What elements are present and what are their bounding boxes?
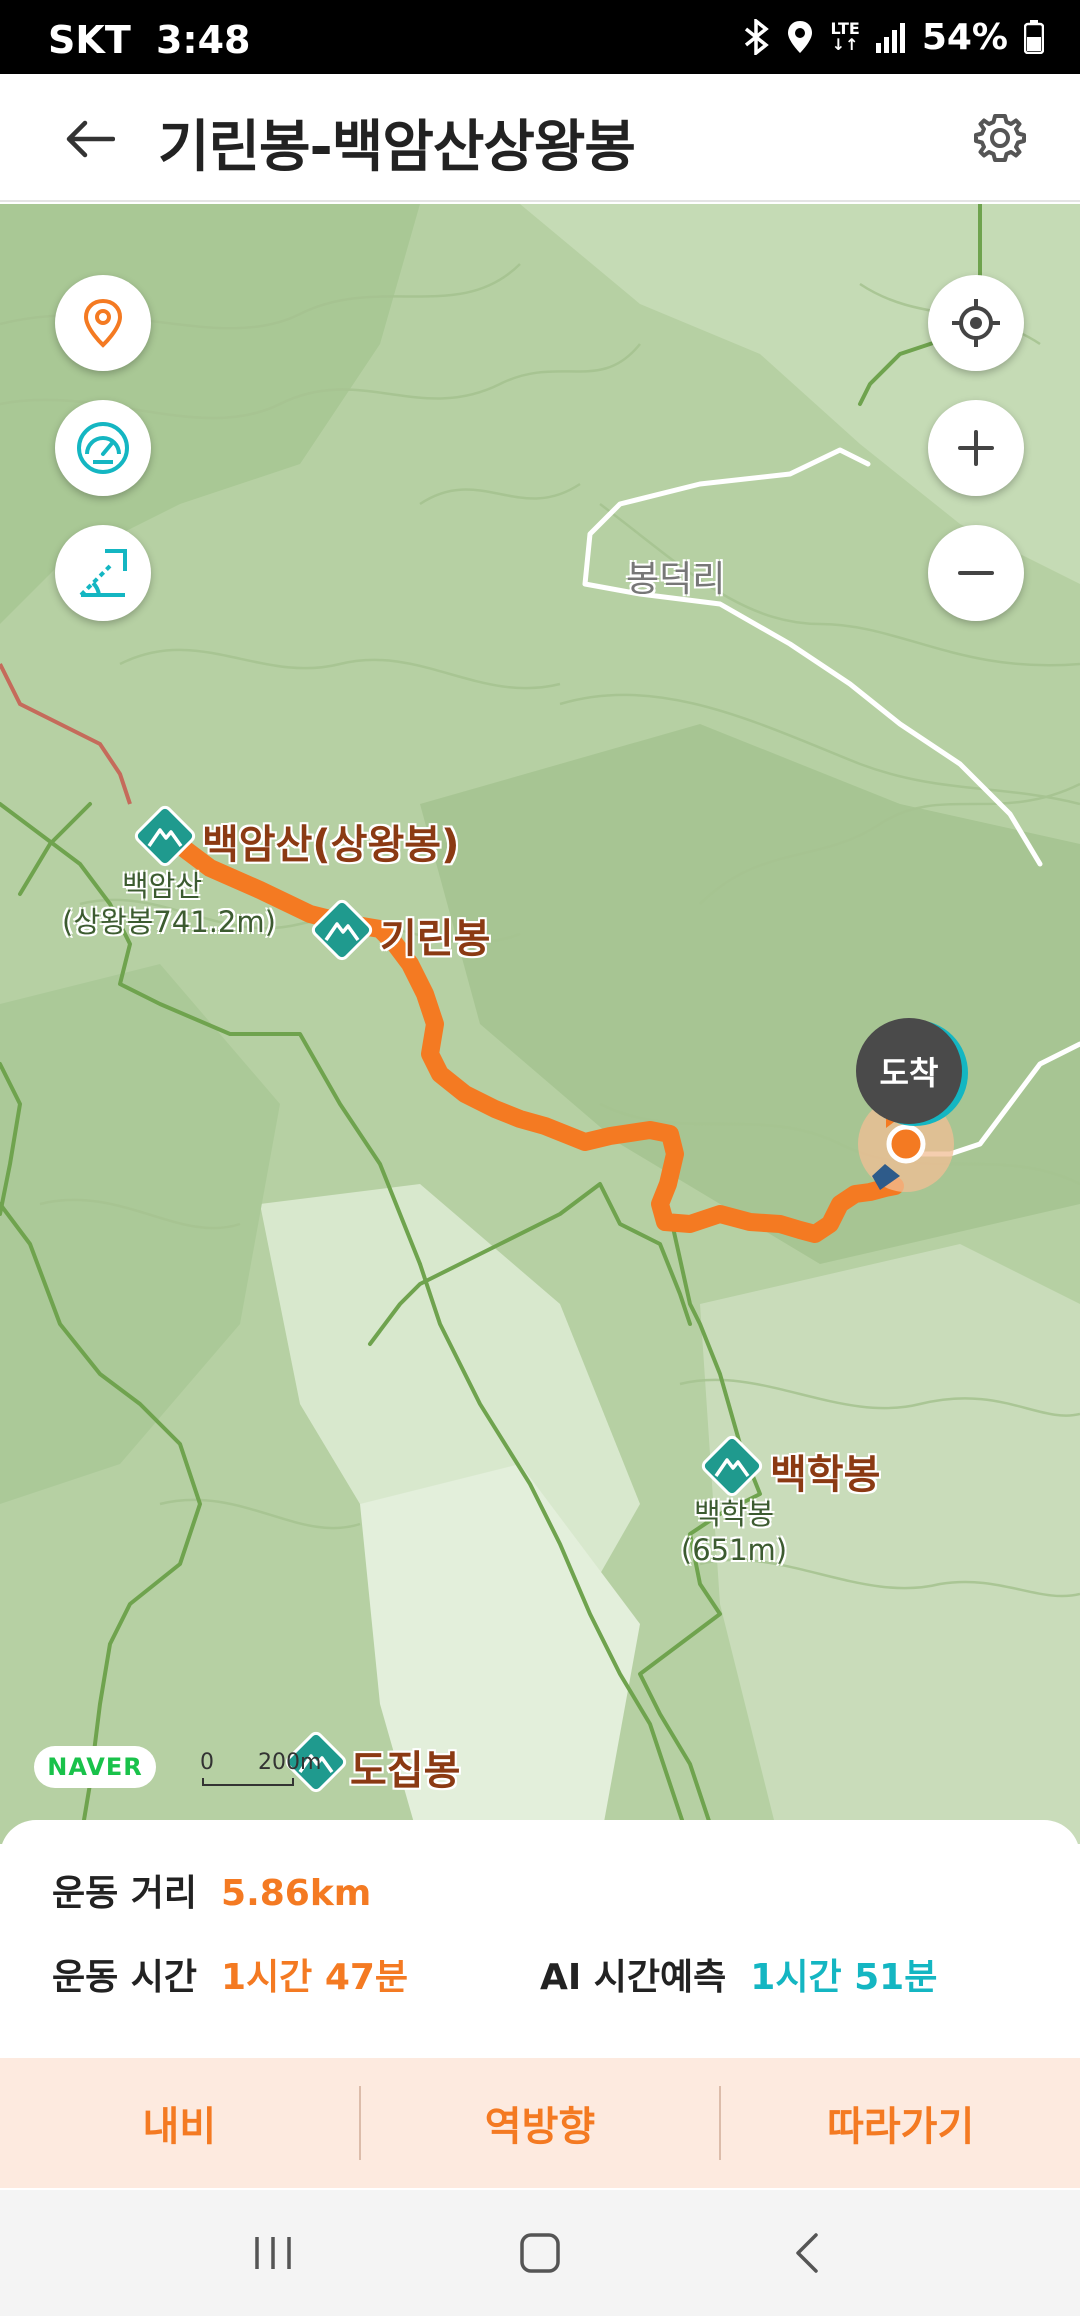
elevation-slope-icon (79, 549, 127, 597)
ai-estimate-label: AI 시간예측 (540, 1957, 727, 1998)
ai-estimate-row: AI 시간예측 1시간 51분 (540, 1948, 937, 2000)
map-scale: 0 200m (200, 1750, 321, 1788)
zoom-out-button[interactable] (928, 525, 1024, 621)
peak-label-baekhakbong: 백학봉 (770, 1452, 881, 1498)
scale-line (202, 1778, 294, 1786)
peak-sublabel-baegamsan: 백암산 (상왕봉741.2m) (62, 868, 276, 940)
time-label: 운동 시간 (52, 1957, 198, 1998)
status-right: LTE ↓↑ 54% (744, 16, 1044, 58)
arrival-bubble[interactable]: 도착 (856, 1018, 962, 1124)
battery-percent: 54% (921, 16, 1008, 58)
back-button[interactable] (50, 104, 130, 174)
peak-label-dojipbong: 도집봉 (350, 1748, 461, 1794)
plus-icon (958, 430, 994, 466)
mountain-icon (311, 899, 373, 961)
signal-icon (875, 21, 906, 53)
clock: 3:48 (155, 18, 251, 62)
home-button[interactable] (480, 2213, 600, 2293)
peak-label-girinbong: 기린봉 (380, 916, 491, 962)
peak-marker-girinbong[interactable] (310, 898, 374, 962)
mountain-icon (134, 805, 196, 867)
distance-label: 운동 거리 (52, 1873, 198, 1914)
bluetooth-icon (744, 19, 770, 55)
peak-marker-baegamsan[interactable] (133, 804, 197, 868)
mountain-icon (701, 1435, 763, 1497)
time-row: 운동 시간 1시간 47분 (52, 1948, 408, 2000)
naver-logo: NAVER (34, 1746, 156, 1788)
speedometer-button[interactable] (55, 400, 151, 496)
distance-value: 5.86km (221, 1873, 372, 1914)
page-title: 기린봉-백암산상왕봉 (158, 115, 636, 180)
location-pin-button[interactable] (55, 275, 151, 371)
peak-marker-baekhakbong[interactable] (700, 1434, 764, 1498)
status-left: SKT 3:48 (48, 18, 251, 62)
peak-sublabel-line2: (651m) (680, 1533, 788, 1567)
location-icon (786, 19, 814, 55)
my-location-button[interactable] (928, 275, 1024, 371)
gear-icon (974, 114, 1026, 162)
system-nav-bar (0, 2190, 1080, 2316)
crosshair-icon (952, 299, 1000, 347)
follow-route-button[interactable]: 따라가기 (721, 2058, 1080, 2188)
settings-button[interactable] (964, 102, 1036, 174)
home-icon (520, 2233, 560, 2273)
action-bar: 내비 역방향 따라가기 (0, 2058, 1080, 2188)
recent-apps-icon (255, 2237, 292, 2269)
back-nav-button[interactable] (747, 2213, 867, 2293)
peak-sublabel-line2: (상왕봉741.2m) (62, 905, 276, 939)
elevation-button[interactable] (55, 525, 151, 621)
zoom-in-button[interactable] (928, 400, 1024, 496)
navigation-button[interactable]: 내비 (0, 2058, 359, 2188)
route-info-panel: 운동 거리 5.86km 운동 시간 1시간 47분 AI 시간예측 1시간 5… (0, 1820, 1080, 2060)
peak-sublabel-line1: 백학봉 (693, 1497, 775, 1531)
arrow-left-icon (66, 120, 115, 158)
reverse-route-button[interactable]: 역방향 (361, 2058, 720, 2188)
location-pin-icon (83, 298, 123, 348)
lte-arrows: ↓↑ (831, 35, 859, 54)
village-label: 봉덕리 (626, 559, 726, 600)
battery-icon (1024, 20, 1044, 54)
scale-start: 0 (200, 1750, 214, 1775)
ai-estimate-value: 1시간 51분 (750, 1957, 938, 1998)
carrier-label: SKT (48, 18, 131, 62)
map-view[interactable]: 봉덕리 백암산(상왕봉) 백암산 (상왕봉741.2m) 기린봉 백학봉 백학봉… (0, 204, 1080, 1844)
peak-sublabel-line1: 백암산 (121, 869, 203, 903)
minus-icon (958, 571, 994, 575)
scale-end: 200m (258, 1750, 322, 1775)
distance-row: 운동 거리 5.86km (52, 1864, 371, 1916)
app-header: 기린봉-백암산상왕봉 (0, 74, 1080, 202)
lte-icon: LTE ↓↑ (830, 21, 859, 53)
time-value: 1시간 47분 (221, 1957, 409, 1998)
status-bar: SKT 3:48 LTE ↓↑ 54% (0, 0, 1080, 74)
peak-label-baegamsan: 백암산(상왕봉) (202, 822, 460, 868)
recent-apps-button[interactable] (213, 2213, 333, 2293)
chevron-left-icon (795, 2233, 818, 2273)
speedometer-icon (77, 422, 129, 474)
peak-sublabel-baekhakbong: 백학봉 (651m) (664, 1496, 804, 1568)
